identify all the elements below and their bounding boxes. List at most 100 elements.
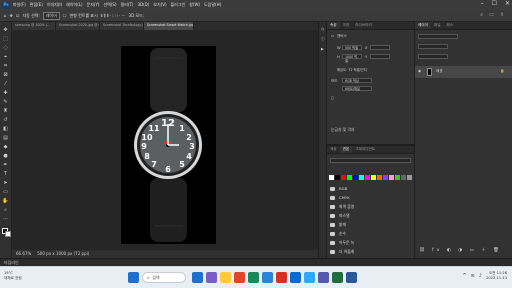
crop-tool-icon[interactable]: ⌗ [2, 63, 10, 69]
tab-swatches[interactable]: 견본 [339, 146, 353, 153]
more-tools-icon[interactable]: ··· [2, 216, 10, 222]
frame-tool-icon[interactable]: ⊠ [2, 72, 10, 78]
eraser-tool-icon[interactable]: ◧ [2, 126, 10, 132]
layer-filter-dropdown[interactable] [418, 34, 458, 39]
speaker-icon[interactable]: ♪ [479, 274, 482, 279]
move-tool-icon[interactable]: ✥ [10, 13, 13, 18]
layer-row[interactable]: ◉ 배경 🔒 [415, 66, 512, 78]
taskbar-app-icon[interactable] [220, 272, 231, 283]
type-tool-icon[interactable]: T [2, 171, 10, 177]
taskbar-app-icon[interactable] [192, 272, 203, 283]
menu-plugins[interactable]: 플러그인 [171, 3, 186, 7]
lock-icon[interactable]: 🔒 [500, 69, 504, 74]
color-swatch[interactable] [341, 175, 346, 180]
zoom-tool-icon[interactable]: ⌕ [2, 207, 10, 213]
tab-screenshot-2020[interactable]: Screenshot 2020.jpg @ 66.7% (... [56, 22, 100, 30]
lasso-tool-icon[interactable]: ◌ [2, 45, 10, 51]
eye-icon[interactable]: ◉ [418, 69, 421, 74]
menu-help[interactable]: 도움말(H) [204, 3, 221, 7]
history-icon[interactable]: ◷ [321, 27, 324, 32]
hand-tool-icon[interactable]: ✋ [2, 198, 10, 204]
blur-tool-icon[interactable]: ◆ [2, 144, 10, 150]
background-color-swatch[interactable] [5, 231, 11, 237]
color-swatch[interactable] [389, 175, 394, 180]
x-field[interactable] [370, 45, 390, 50]
tab-layers[interactable]: 레이어 [415, 22, 431, 29]
color-swatch[interactable] [371, 175, 376, 180]
menu-3d[interactable]: 3D(D) [137, 3, 149, 7]
shape-tool-icon[interactable]: ▭ [2, 189, 10, 195]
color-swatch[interactable] [329, 175, 334, 180]
menu-type[interactable]: 문자(Y) [87, 3, 100, 7]
color-swatch[interactable] [365, 175, 370, 180]
taskbar-search[interactable]: ⌕ 검색 [142, 272, 186, 283]
menu-select[interactable]: 선택(S) [103, 3, 116, 7]
actions-icon[interactable]: ▶ [321, 47, 324, 52]
transform-checkbox[interactable]: ☐ [63, 13, 67, 18]
pen-tool-icon[interactable]: ✒ [2, 162, 10, 168]
color-swatch[interactable] [407, 175, 412, 180]
align-icons[interactable]: ⫴ ⫼ ⫴ · ⫶ ⫶ ⫶ · ··· [101, 13, 126, 18]
folder-darker[interactable]: 더 어둡게 [330, 248, 412, 256]
auto-select-dropdown[interactable]: 레이어 [42, 11, 60, 20]
tab-smart-watch[interactable]: Screenshot Smart Watch.jpg @ 66.7% (RGB/… [144, 22, 194, 30]
color-swatch[interactable] [359, 175, 364, 180]
wifi-icon[interactable]: ≋ [471, 274, 475, 279]
taskbar-app-icon[interactable] [248, 272, 259, 283]
color-swatch[interactable] [377, 175, 382, 180]
color-swatch[interactable] [395, 175, 400, 180]
document-info[interactable]: 500 px x 1000 px (72 ppi) [37, 252, 89, 256]
quick-select-icon[interactable]: ⌖ [2, 54, 10, 60]
history-brush-icon[interactable]: ↺ [2, 117, 10, 123]
menu-filter[interactable]: 필터(T) [121, 3, 134, 7]
menu-layer[interactable]: 레이어(L) [66, 3, 82, 7]
tab-samsung[interactable]: samsung @ 100% (... [12, 22, 56, 30]
background-color-icon[interactable]: ◻ [331, 96, 334, 101]
close-button[interactable]: ✕ [505, 1, 510, 7]
menu-view[interactable]: 보기(V) [153, 3, 166, 7]
zoom-level[interactable]: 66.67% [16, 252, 31, 256]
eyedropper-icon[interactable]: ⁄ [2, 81, 10, 87]
layer-name[interactable]: 배경 [436, 69, 443, 74]
menu-image[interactable]: 이미지(I) [47, 3, 62, 7]
workspace-icon[interactable]: ▭ [489, 13, 494, 18]
stamp-tool-icon[interactable]: ♜ [2, 108, 10, 114]
color-swatch[interactable] [335, 175, 340, 180]
document-canvas[interactable]: 12 1 2 3 4 5 6 7 8 9 10 11 [121, 46, 216, 244]
share-icon[interactable]: ⇪ [500, 13, 504, 18]
taskbar-app-icon[interactable] [290, 272, 301, 283]
minimize-button[interactable]: – [481, 1, 484, 7]
menu-file[interactable]: 파일(F) [13, 3, 26, 7]
tab-gradients[interactable]: 그레이디언트 [352, 146, 378, 153]
folder-dark[interactable]: 어두운 녹 [330, 239, 412, 247]
folder-light[interactable]: 밝게 [330, 221, 412, 229]
lock-controls[interactable] [418, 54, 448, 59]
folder-cmyk[interactable]: CMYK [330, 194, 412, 202]
layers-footer-icons[interactable]: ⛓ fx ◐ ◑ ▭ ＋ 🗑 [419, 248, 502, 254]
color-swatch[interactable] [383, 175, 388, 180]
tab-color[interactable]: 색상 [327, 146, 340, 153]
folder-grayscale[interactable]: 회색 음영 [330, 203, 412, 211]
search-icon[interactable]: ⌕ [480, 13, 483, 18]
depth-dropdown[interactable]: 8비트/채널 [342, 86, 372, 91]
marquee-tool-icon[interactable]: ⬚ [2, 36, 10, 42]
auto-select-checkbox[interactable]: ☑ [16, 13, 20, 18]
menu-window[interactable]: 창(W) [189, 3, 200, 7]
color-swatch[interactable] [401, 175, 406, 180]
taskbar-app-icon[interactable] [276, 272, 287, 283]
color-swatch[interactable] [347, 175, 352, 180]
weather-widget[interactable]: 19°C 대체로 흐림 [4, 271, 22, 281]
dodge-tool-icon[interactable]: ● [2, 153, 10, 159]
height-field[interactable]: 1000 픽셀 [342, 54, 362, 63]
rulers-grids-section[interactable]: 눈금자 및 격자 [331, 128, 354, 132]
taskbar-app-icon[interactable] [234, 272, 245, 283]
tab-channels[interactable]: 채널 [431, 22, 444, 29]
gradient-tool-icon[interactable]: ▤ [2, 135, 10, 141]
info-icon[interactable]: ⓘ [321, 37, 325, 42]
taskbar-app-icon[interactable] [332, 272, 343, 283]
taskbar-app-icon[interactable] [346, 272, 357, 283]
taskbar-app-icon[interactable] [304, 272, 315, 283]
y-field[interactable] [370, 54, 390, 59]
tab-properties[interactable]: 속성 [327, 22, 340, 29]
folder-pastel[interactable]: 파스텔 [330, 212, 412, 220]
